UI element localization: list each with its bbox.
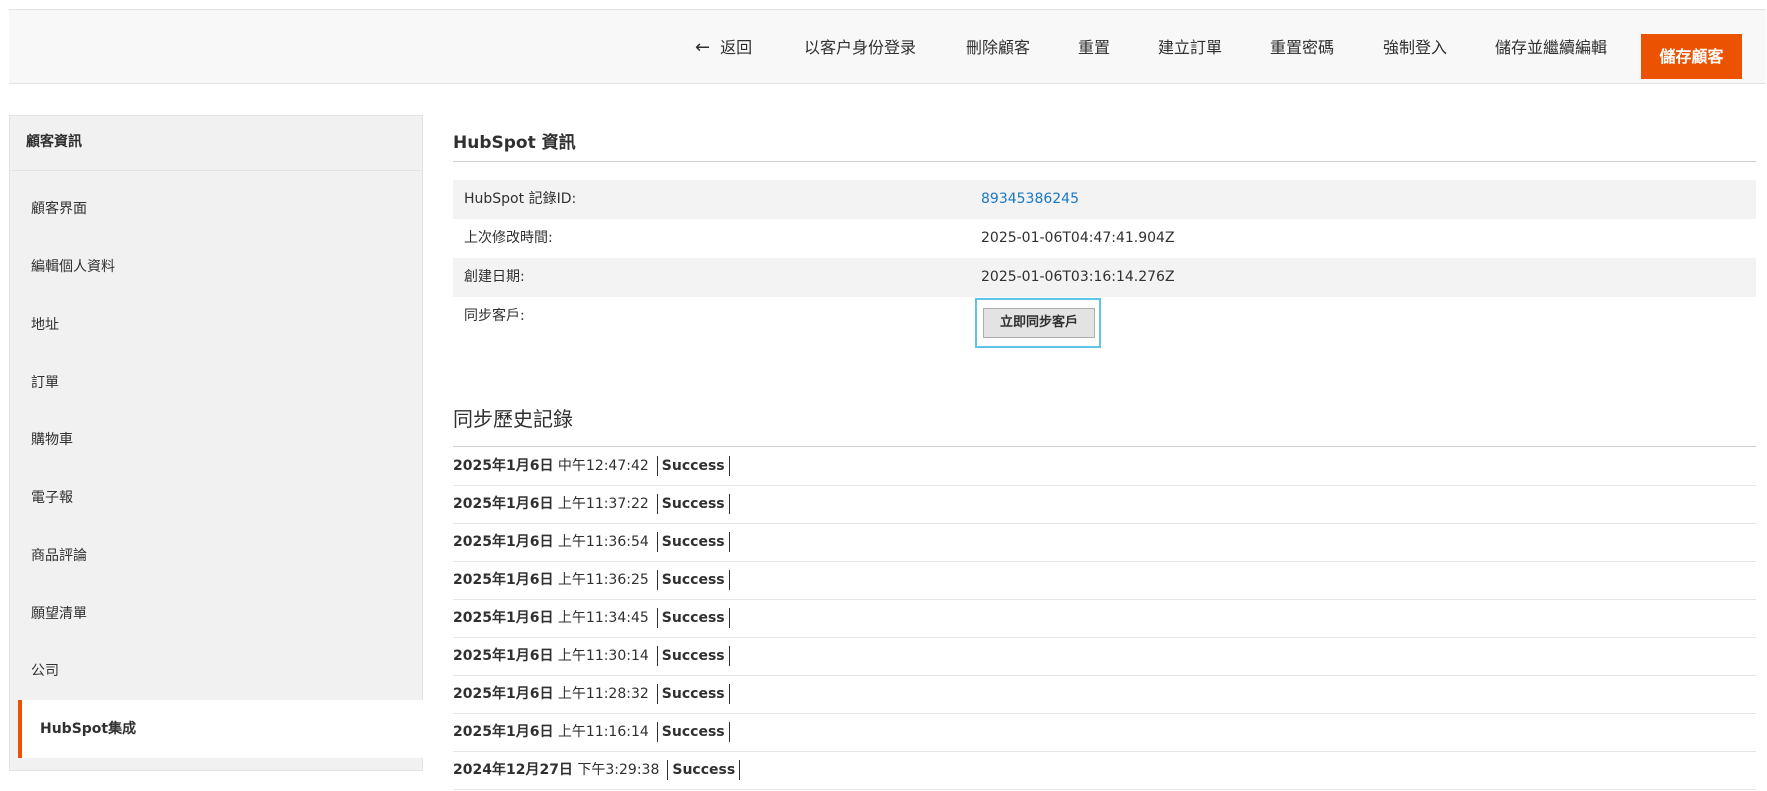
separator [728,532,730,552]
hubspot-info-table: HubSpot 記錄ID: 89345386245 上次修改時間: 2025-0… [453,180,1756,336]
separator [656,570,658,590]
history-time: 中午12:47:42 [557,458,649,474]
history-time: 下午3:29:38 [577,762,660,778]
history-row: 2024年12月27日 下午3:29:38 Success [453,752,1756,790]
separator [739,760,741,780]
sidebar-item-orders[interactable]: 訂單 [10,354,422,412]
separator [728,684,730,704]
history-time: 上午11:37:22 [557,496,649,512]
separator [656,684,658,704]
history-time: 上午11:16:14 [557,724,649,740]
history-date: 2025年1月6日 [453,686,554,702]
sidebar-item-customer-view[interactable]: 顧客界面 [10,180,422,238]
back-button[interactable]: ← 返回 [695,10,752,85]
create-order-button[interactable]: 建立訂單 [1158,10,1222,85]
history-date: 2025年1月6日 [453,496,554,512]
record-id-row: HubSpot 記錄ID: 89345386245 [453,180,1756,219]
history-row: 2025年1月6日 上午11:30:14 Success [453,638,1756,676]
history-date: 2024年12月27日 [453,762,573,778]
history-row: 2025年1月6日 上午11:34:45 Success [453,600,1756,638]
record-id-link[interactable]: 89345386245 [981,180,1079,219]
sidebar-title: 顧客資訊 [10,116,422,171]
history-time: 上午11:28:32 [557,686,649,702]
sidebar-item-company[interactable]: 公司 [10,642,422,700]
reset-password-button[interactable]: 重置密碼 [1270,10,1334,85]
last-modified-label: 上次修改時間: [464,230,553,246]
history-status: Success [661,572,725,588]
sidebar-item-wishlist[interactable]: 願望清單 [10,585,422,643]
sidebar-item-newsletter[interactable]: 電子報 [10,469,422,527]
history-time: 上午11:30:14 [557,648,649,664]
save-customer-button[interactable]: 儲存顧客 [1641,34,1742,79]
history-status: Success [672,762,736,778]
history-date: 2025年1月6日 [453,610,554,626]
sidebar-item-product-reviews[interactable]: 商品評論 [10,527,422,585]
arrow-left-icon: ← [695,37,711,58]
page-actions-bar: ← 返回 以客户身份登录 刪除顧客 重置 建立訂單 重置密碼 強制登入 儲存並繼續… [9,9,1766,84]
sidebar-item-account-info[interactable]: 編輯個人資料 [10,238,422,296]
separator [728,570,730,590]
history-time: 上午11:36:25 [557,572,649,588]
history-status: Success [661,724,725,740]
login-as-customer-button[interactable]: 以客户身份登录 [804,10,916,85]
history-row: 2025年1月6日 中午12:47:42 Success [453,448,1756,486]
history-time: 上午11:34:45 [557,610,649,626]
sync-now-button[interactable]: 立即同步客戶 [983,308,1095,338]
separator [656,532,658,552]
created-value: 2025-01-06T03:16:14.276Z [981,269,1175,285]
history-status: Success [661,534,725,550]
separator [728,646,730,666]
back-label: 返回 [720,38,753,57]
force-login-button[interactable]: 強制登入 [1383,10,1447,85]
separator [656,722,658,742]
sync-button-focus-ring: 立即同步客戶 [975,298,1101,348]
history-status: Success [661,496,725,512]
separator [667,760,669,780]
separator [728,722,730,742]
history-row: 2025年1月6日 上午11:16:14 Success [453,714,1756,752]
history-date: 2025年1月6日 [453,572,554,588]
separator [656,646,658,666]
sync-history-list: 2025年1月6日 中午12:47:42 Success 2025年1月6日 上午… [453,448,1756,790]
history-status: Success [661,610,725,626]
separator [656,608,658,628]
history-row: 2025年1月6日 上午11:36:25 Success [453,562,1756,600]
history-time: 上午11:36:54 [557,534,649,550]
sync-label: 同步客戶: [464,308,525,324]
last-modified-row: 上次修改時間: 2025-01-06T04:47:41.904Z [453,219,1756,258]
history-status: Success [661,686,725,702]
record-id-label: HubSpot 記錄ID: [464,191,577,207]
history-row: 2025年1月6日 上午11:28:32 Success [453,676,1756,714]
history-status: Success [661,648,725,664]
created-label: 創建日期: [464,269,525,285]
save-and-continue-button[interactable]: 儲存並繼續編輯 [1495,10,1607,85]
reset-button[interactable]: 重置 [1078,10,1110,85]
last-modified-value: 2025-01-06T04:47:41.904Z [981,230,1175,246]
history-date: 2025年1月6日 [453,458,554,474]
history-row: 2025年1月6日 上午11:36:54 Success [453,524,1756,562]
history-date: 2025年1月6日 [453,724,554,740]
history-date: 2025年1月6日 [453,534,554,550]
sidebar-item-addresses[interactable]: 地址 [10,296,422,354]
sync-row: 同步客戶: [453,297,1756,336]
separator [656,494,658,514]
separator [656,456,658,476]
sidebar-item-hubspot[interactable]: HubSpot集成 [18,700,423,758]
history-divider [453,446,1756,447]
customer-info-sidebar: 顧客資訊 顧客界面 編輯個人資料 地址 訂單 購物車 電子報 商品評論 願望清單… [9,115,423,771]
section-divider [453,161,1756,162]
separator [728,456,730,476]
separator [728,608,730,628]
history-date: 2025年1月6日 [453,648,554,664]
hubspot-info-title: HubSpot 資訊 [453,133,576,153]
history-row: 2025年1月6日 上午11:37:22 Success [453,486,1756,524]
sidebar-item-shopping-cart[interactable]: 購物車 [10,411,422,469]
delete-customer-button[interactable]: 刪除顧客 [966,10,1030,85]
sync-history-title: 同步歷史記錄 [453,407,573,431]
separator [728,494,730,514]
created-row: 創建日期: 2025-01-06T03:16:14.276Z [453,258,1756,297]
history-status: Success [661,458,725,474]
